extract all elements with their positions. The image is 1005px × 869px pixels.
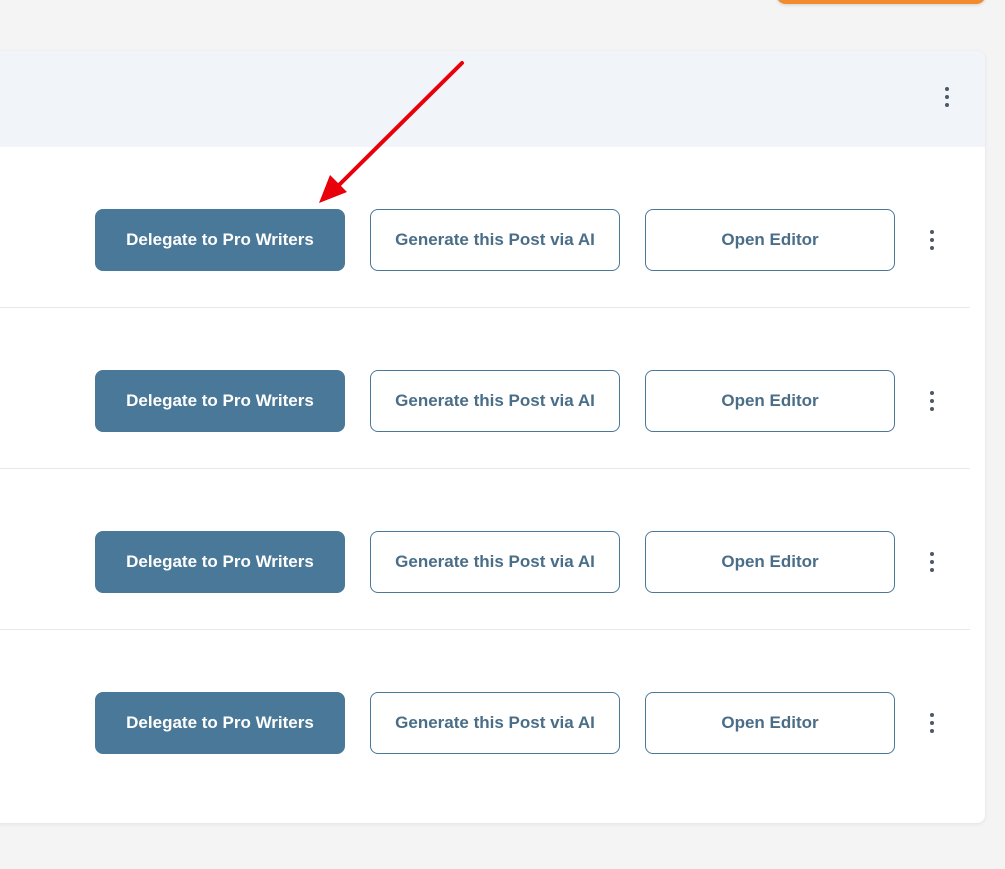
kebab-dot [945, 103, 949, 107]
kebab-dot [930, 713, 934, 717]
kebab-dot [930, 238, 934, 242]
kebab-dot [930, 729, 934, 733]
row-more-options-icon[interactable] [922, 228, 942, 252]
kebab-dot [930, 560, 934, 564]
kebab-dot [930, 246, 934, 250]
generate-post-via-ai-button[interactable]: Generate this Post via AI [370, 531, 620, 593]
delegate-to-pro-writers-button[interactable]: Delegate to Pro Writers [95, 370, 345, 432]
post-row: Delegate to Pro Writers Generate this Po… [0, 630, 970, 791]
row-more-options-icon[interactable] [922, 550, 942, 574]
post-row: Delegate to Pro Writers Generate this Po… [0, 147, 970, 308]
orange-action-button[interactable] [776, 0, 986, 4]
kebab-dot [945, 95, 949, 99]
row-more-options-icon[interactable] [922, 711, 942, 735]
delegate-to-pro-writers-button[interactable]: Delegate to Pro Writers [95, 692, 345, 754]
kebab-dot [930, 552, 934, 556]
generate-post-via-ai-button[interactable]: Generate this Post via AI [370, 692, 620, 754]
open-editor-button[interactable]: Open Editor [645, 209, 895, 271]
kebab-dot [930, 568, 934, 572]
open-editor-button[interactable]: Open Editor [645, 531, 895, 593]
kebab-dot [930, 230, 934, 234]
delegate-to-pro-writers-button[interactable]: Delegate to Pro Writers [95, 209, 345, 271]
kebab-dot [930, 399, 934, 403]
card-header [0, 51, 985, 147]
kebab-dot [930, 407, 934, 411]
delegate-to-pro-writers-button[interactable]: Delegate to Pro Writers [95, 531, 345, 593]
post-row: Delegate to Pro Writers Generate this Po… [0, 308, 970, 469]
open-editor-button[interactable]: Open Editor [645, 692, 895, 754]
posts-card: Delegate to Pro Writers Generate this Po… [0, 51, 985, 823]
kebab-dot [945, 87, 949, 91]
generate-post-via-ai-button[interactable]: Generate this Post via AI [370, 209, 620, 271]
kebab-dot [930, 391, 934, 395]
generate-post-via-ai-button[interactable]: Generate this Post via AI [370, 370, 620, 432]
row-more-options-icon[interactable] [922, 389, 942, 413]
post-row: Delegate to Pro Writers Generate this Po… [0, 469, 970, 630]
open-editor-button[interactable]: Open Editor [645, 370, 895, 432]
kebab-dot [930, 721, 934, 725]
header-more-options-icon[interactable] [937, 85, 957, 109]
